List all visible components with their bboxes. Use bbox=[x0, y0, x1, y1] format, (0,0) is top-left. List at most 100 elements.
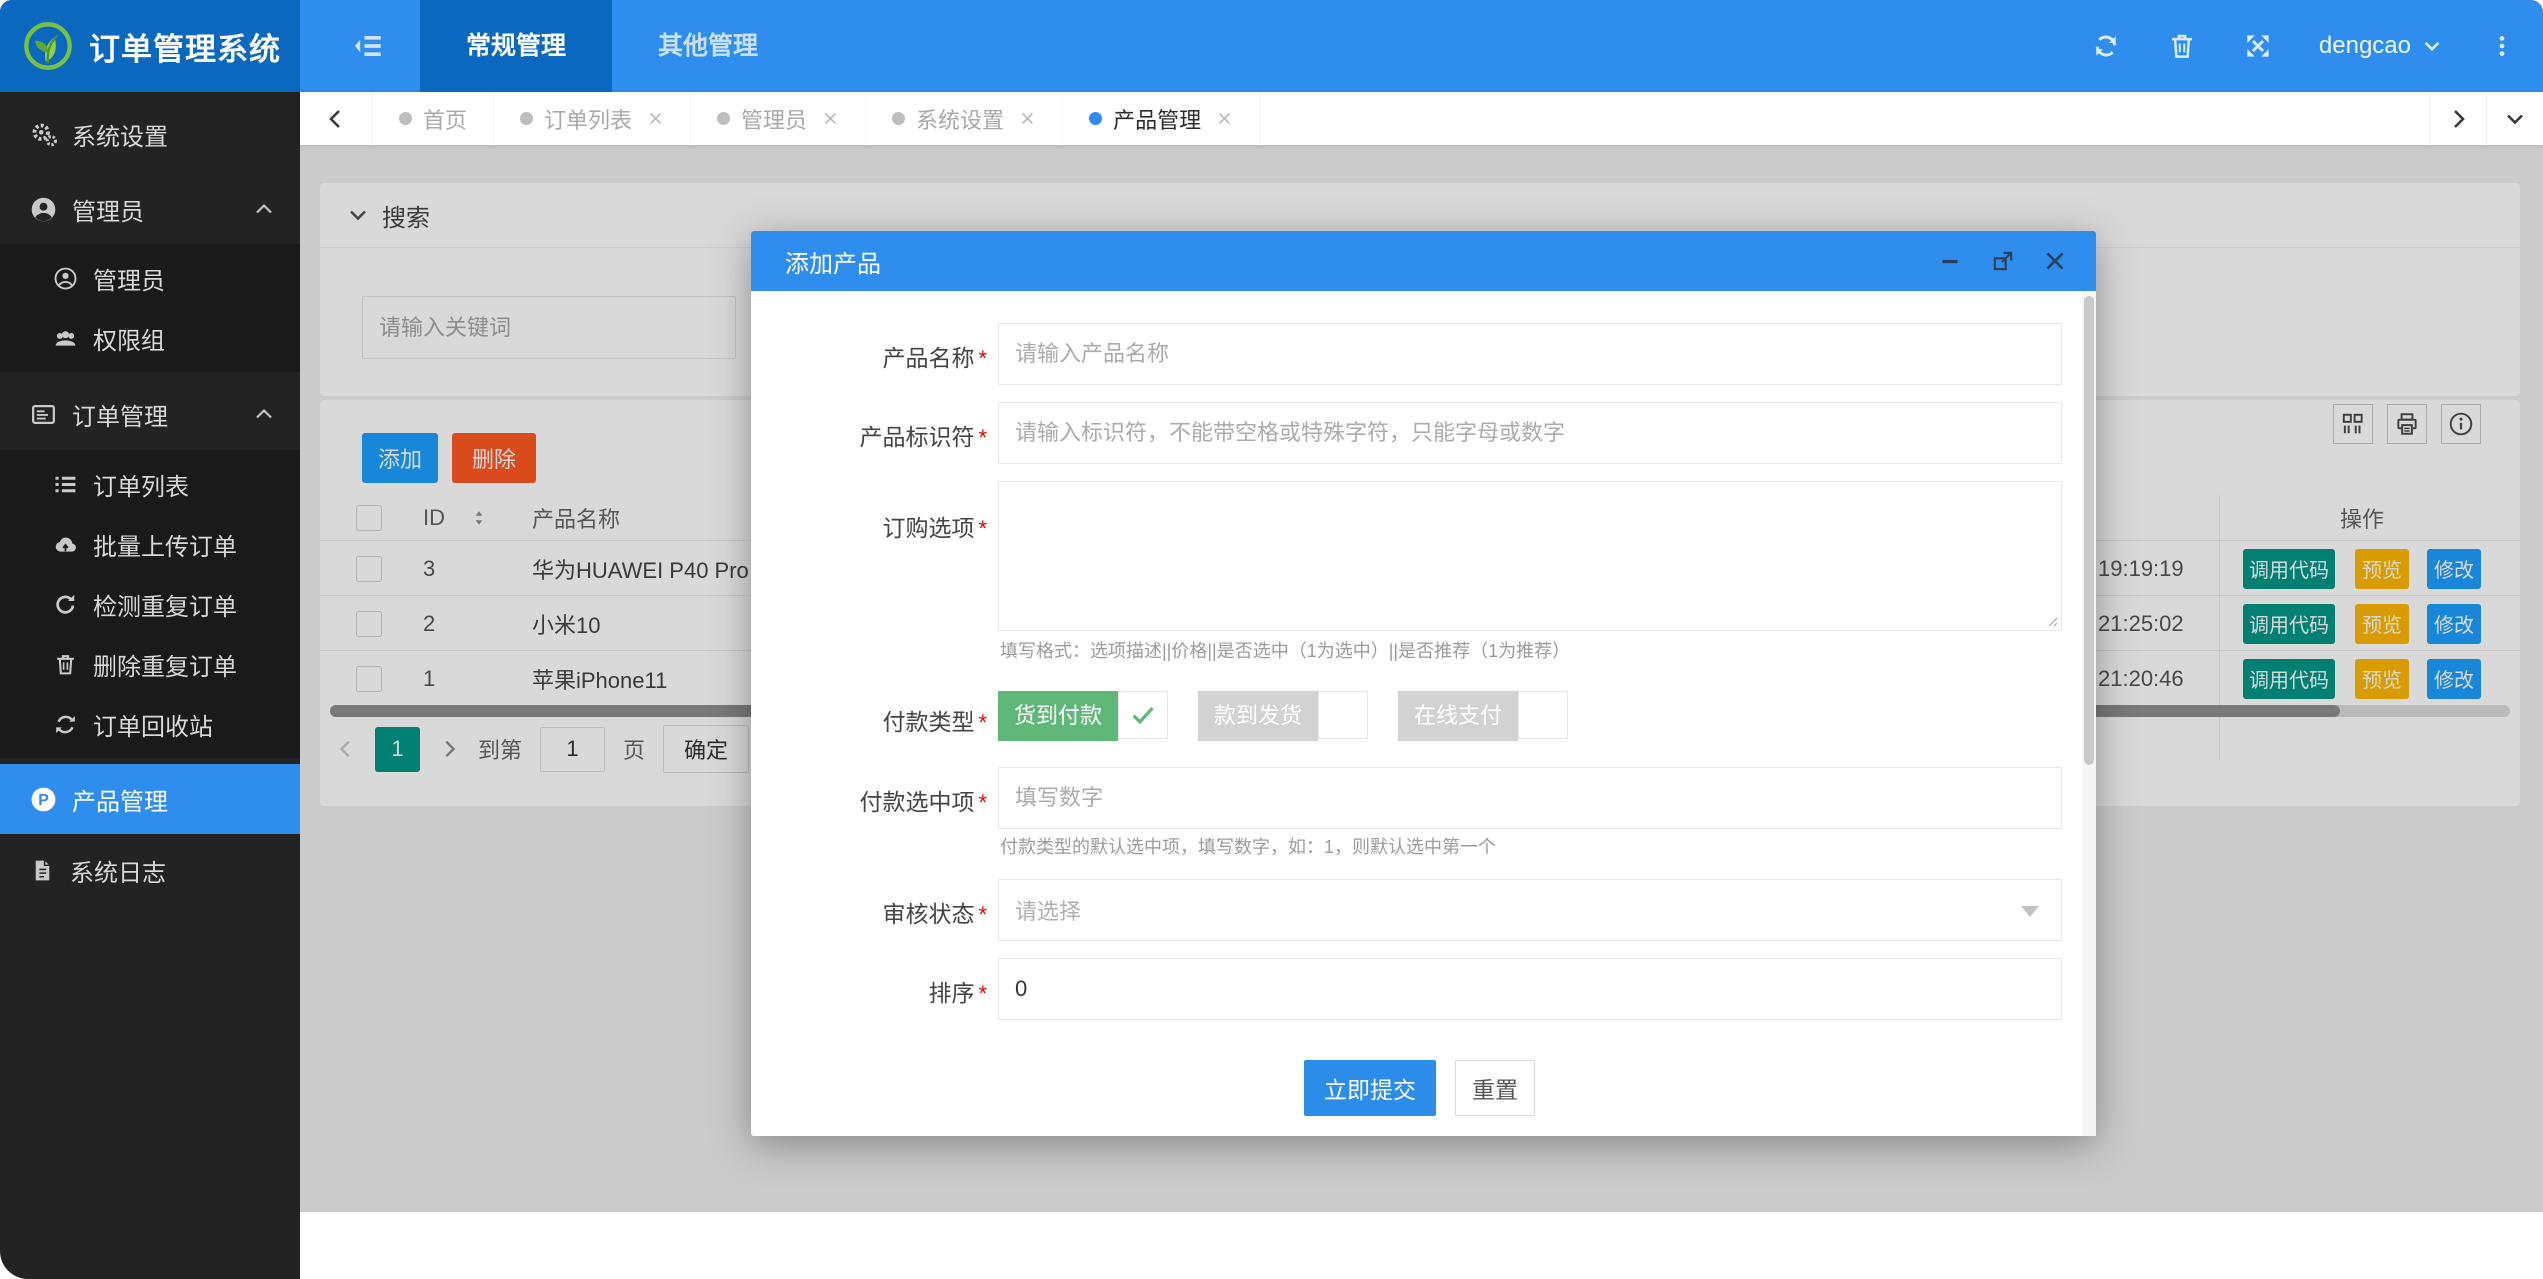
product-identifier-input[interactable] bbox=[998, 402, 2062, 464]
field-label-product-name: 产品名称* bbox=[787, 339, 987, 373]
sidebar-item-permission-groups[interactable]: 权限组 bbox=[0, 308, 300, 368]
toggle-label: 货到付款 bbox=[998, 691, 1118, 741]
sidebar-item-label: 系统设置 bbox=[72, 117, 168, 152]
chevron-right-icon bbox=[2446, 107, 2470, 131]
list-icon bbox=[53, 472, 78, 497]
chevron-down-icon bbox=[2503, 107, 2527, 131]
pay-type-online-payment[interactable]: 在线支付 bbox=[1398, 691, 1568, 741]
tab-label: 管理员 bbox=[741, 103, 807, 135]
toggle-label: 在线支付 bbox=[1398, 691, 1518, 741]
sidebar-item-order-management[interactable]: 订单管理 bbox=[0, 384, 300, 444]
field-label-identifier: 产品标识符* bbox=[787, 418, 987, 452]
check-icon bbox=[1128, 700, 1158, 730]
app-logo: 订单管理系统 bbox=[0, 0, 300, 92]
field-label-pay-default: 付款选中项* bbox=[787, 783, 987, 817]
tab-dot bbox=[1089, 112, 1102, 125]
leaf-logo-icon bbox=[22, 20, 74, 72]
sidebar-item-system-settings[interactable]: 系统设置 bbox=[0, 104, 300, 164]
reset-button[interactable]: 重置 bbox=[1455, 1060, 1535, 1116]
chevron-up-icon bbox=[252, 402, 276, 426]
required-star: * bbox=[978, 902, 987, 927]
more-vertical-icon[interactable] bbox=[2489, 33, 2515, 59]
resize-grip-icon[interactable] bbox=[2044, 613, 2058, 627]
sidebar-item-label: 管理员 bbox=[93, 261, 165, 296]
menu-collapse-icon bbox=[351, 29, 385, 63]
sidebar-item-order-list[interactable]: 订单列表 bbox=[0, 454, 300, 514]
required-star: * bbox=[978, 981, 987, 1006]
order-options-textarea[interactable] bbox=[998, 481, 2062, 631]
maximize-icon[interactable] bbox=[1990, 248, 2016, 274]
refresh-icon[interactable] bbox=[2091, 31, 2121, 61]
tab-label: 订单列表 bbox=[544, 103, 632, 135]
user-menu[interactable]: dengcao bbox=[2319, 32, 2443, 60]
required-star: * bbox=[978, 516, 987, 541]
sort-input[interactable] bbox=[998, 958, 2062, 1020]
close-icon[interactable] bbox=[1216, 110, 1233, 127]
sidebar-item-detect-duplicate-orders[interactable]: 检测重复订单 bbox=[0, 574, 300, 634]
select-placeholder: 请选择 bbox=[1015, 894, 1081, 926]
field-label-sort: 排序* bbox=[787, 974, 987, 1008]
header-actions: dengcao bbox=[2091, 0, 2515, 92]
close-icon[interactable] bbox=[647, 110, 664, 127]
sidebar-item-delete-duplicate-orders[interactable]: 删除重复订单 bbox=[0, 634, 300, 694]
tab-label: 系统设置 bbox=[916, 103, 1004, 135]
modal-scrollbar[interactable] bbox=[2082, 291, 2096, 1136]
sidebar-item-label: 检测重复订单 bbox=[93, 587, 237, 622]
sidebar-item-label: 系统日志 bbox=[70, 853, 166, 888]
minimize-icon[interactable] bbox=[1938, 248, 1964, 274]
close-icon[interactable] bbox=[822, 110, 839, 127]
checkbox-unchecked[interactable] bbox=[1518, 691, 1568, 739]
sidebar-submenu-orders: 订单列表 批量上传订单 检测重复订单 删除重复订单 订单回收站 bbox=[0, 450, 300, 758]
redo-icon bbox=[53, 592, 78, 617]
required-star: * bbox=[978, 346, 987, 371]
header-nav-regular[interactable]: 常规管理 bbox=[420, 0, 612, 92]
recycle-icon bbox=[53, 712, 78, 737]
menu-collapse-button[interactable] bbox=[338, 0, 398, 92]
tab-product-management[interactable]: 产品管理 bbox=[1063, 92, 1260, 145]
field-label-pay-type: 付款类型* bbox=[787, 703, 987, 737]
sidebar-item-order-recycle-bin[interactable]: 订单回收站 bbox=[0, 694, 300, 754]
trash-icon[interactable] bbox=[2167, 31, 2197, 61]
header-nav: 常规管理 其他管理 bbox=[420, 0, 804, 92]
sidebar-item-label: 批量上传订单 bbox=[93, 527, 237, 562]
tabs-scroll-right-button[interactable] bbox=[2429, 92, 2486, 145]
chevron-left-icon bbox=[324, 107, 348, 131]
checkbox-checked[interactable] bbox=[1118, 691, 1168, 739]
tab-label: 首页 bbox=[423, 103, 467, 135]
tab-admin[interactable]: 管理员 bbox=[691, 92, 866, 145]
sidebar-item-admin-group[interactable]: 管理员 bbox=[0, 179, 300, 239]
tabs-menu-button[interactable] bbox=[2486, 92, 2543, 145]
modal-header[interactable]: 添加产品 bbox=[751, 231, 2096, 291]
sidebar-item-batch-upload-orders[interactable]: 批量上传订单 bbox=[0, 514, 300, 574]
fullscreen-icon[interactable] bbox=[2243, 31, 2273, 61]
audit-status-select[interactable]: 请选择 bbox=[998, 879, 2062, 941]
field-label-order-options: 订购选项* bbox=[787, 509, 987, 543]
checkbox-unchecked[interactable] bbox=[1318, 691, 1368, 739]
sidebar-item-label: 订单回收站 bbox=[93, 707, 213, 742]
pay-type-pay-before-ship[interactable]: 款到发货 bbox=[1198, 691, 1368, 741]
tab-system-settings[interactable]: 系统设置 bbox=[866, 92, 1063, 145]
p-circle-icon bbox=[30, 786, 57, 813]
required-star: * bbox=[978, 425, 987, 450]
sidebar-item-product-management[interactable]: 产品管理 bbox=[0, 764, 300, 834]
sidebar: 系统设置 管理员 管理员 权限组 订单管理 订单列表 bbox=[0, 92, 300, 1279]
pay-default-input[interactable] bbox=[998, 767, 2062, 829]
tab-dot bbox=[399, 112, 412, 125]
sidebar-item-label: 删除重复订单 bbox=[93, 647, 237, 682]
pay-default-hint: 付款类型的默认选中项，填写数字，如：1，则默认选中第一个 bbox=[1000, 833, 1496, 859]
product-name-input[interactable] bbox=[998, 323, 2062, 385]
close-icon[interactable] bbox=[1019, 110, 1036, 127]
sidebar-item-system-logs[interactable]: 系统日志 bbox=[0, 840, 300, 900]
close-icon[interactable] bbox=[2042, 248, 2068, 274]
scrollbar-thumb[interactable] bbox=[2084, 296, 2094, 765]
tab-order-list[interactable]: 订单列表 bbox=[494, 92, 691, 145]
modal-title: 添加产品 bbox=[785, 244, 881, 279]
tab-home[interactable]: 首页 bbox=[373, 92, 494, 145]
submit-button[interactable]: 立即提交 bbox=[1304, 1060, 1436, 1116]
pay-type-options: 货到付款 款到发货 在线支付 bbox=[998, 691, 1568, 741]
header-nav-other[interactable]: 其他管理 bbox=[612, 0, 804, 92]
tabs-scroll-left-button[interactable] bbox=[300, 92, 373, 145]
select-caret-icon bbox=[2021, 906, 2039, 917]
pay-type-cash-on-delivery[interactable]: 货到付款 bbox=[998, 691, 1168, 741]
sidebar-item-admin[interactable]: 管理员 bbox=[0, 248, 300, 308]
